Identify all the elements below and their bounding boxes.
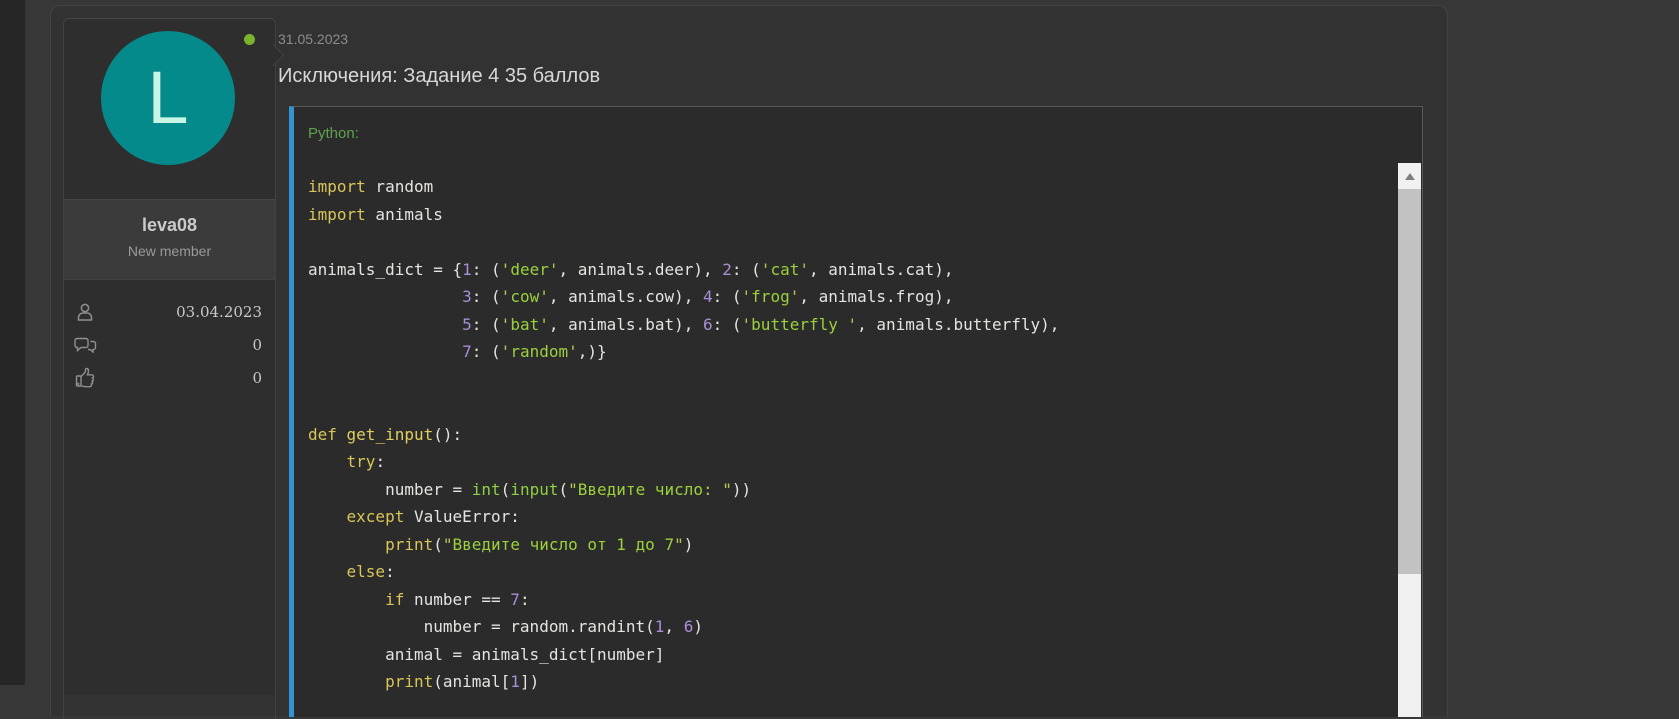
user-role-label: New member (64, 236, 275, 259)
code-line: def get_input(): (308, 421, 1382, 449)
code-block: Python: import randomimport animals anim… (289, 106, 1423, 717)
username-block: leva08 New member (64, 199, 275, 279)
post-title: Исключения: Задание 4 35 баллов (278, 65, 600, 88)
user-icon (74, 301, 96, 323)
code-scrollbar[interactable] (1398, 163, 1421, 717)
code-line: import animals (308, 201, 1382, 229)
username-link[interactable]: leva08 (64, 200, 275, 236)
code-line: 7: ('random',)} (308, 338, 1382, 366)
code-line (308, 393, 1382, 421)
page-left-gutter (0, 0, 25, 685)
avatar[interactable]: L (101, 31, 235, 165)
thumbs-up-icon (74, 366, 97, 389)
code-line: animals_dict = {1: ('deer', animals.deer… (308, 256, 1382, 284)
post-date-link[interactable]: 31.05.2023 (278, 31, 348, 47)
stat-row-joined: 03.04.2023 (74, 295, 262, 328)
user-cell: L leva08 New member 03.04.2023 (63, 18, 276, 719)
scrollbar-up-arrow-icon (1405, 173, 1415, 180)
code-line (308, 366, 1382, 394)
user-stats: 03.04.2023 0 (64, 279, 275, 695)
stat-row-messages: 0 (74, 328, 262, 361)
messages-count-value: 0 (252, 336, 262, 354)
code-line (308, 228, 1382, 256)
joined-date-value: 03.04.2023 (176, 303, 262, 321)
code-line: except ValueError: (308, 503, 1382, 531)
forum-post: L leva08 New member 03.04.2023 (50, 5, 1448, 716)
code-line: print(animal[1]) (308, 668, 1382, 696)
stat-row-likes: 0 (74, 361, 262, 394)
likes-count-value: 0 (252, 369, 262, 387)
code-scroll-area[interactable]: import randomimport animals animals_dict… (294, 163, 1422, 717)
code-content: import randomimport animals animals_dict… (308, 173, 1382, 696)
online-indicator-dot (244, 34, 255, 45)
code-line: import random (308, 173, 1382, 201)
code-line: 5: ('bat', animals.bat), 6: ('butterfly … (308, 311, 1382, 339)
code-line: if number == 7: (308, 586, 1382, 614)
code-line: else: (308, 558, 1382, 586)
code-line: try: (308, 448, 1382, 476)
code-language-label: Python: (308, 125, 359, 142)
code-line: number = random.randint(1, 6) (308, 613, 1382, 641)
code-line: 3: ('cow', animals.cow), 4: ('frog', ani… (308, 283, 1382, 311)
code-line: animal = animals_dict[number] (308, 641, 1382, 669)
avatar-area: L (64, 19, 275, 199)
code-line: print("Введите число от 1 до 7") (308, 531, 1382, 559)
chat-icon (74, 334, 98, 356)
code-line: number = int(input("Введите число: ")) (308, 476, 1382, 504)
scrollbar-thumb[interactable] (1398, 189, 1421, 574)
scrollbar-up-button[interactable] (1398, 163, 1421, 189)
avatar-cell-arrow (262, 44, 285, 67)
